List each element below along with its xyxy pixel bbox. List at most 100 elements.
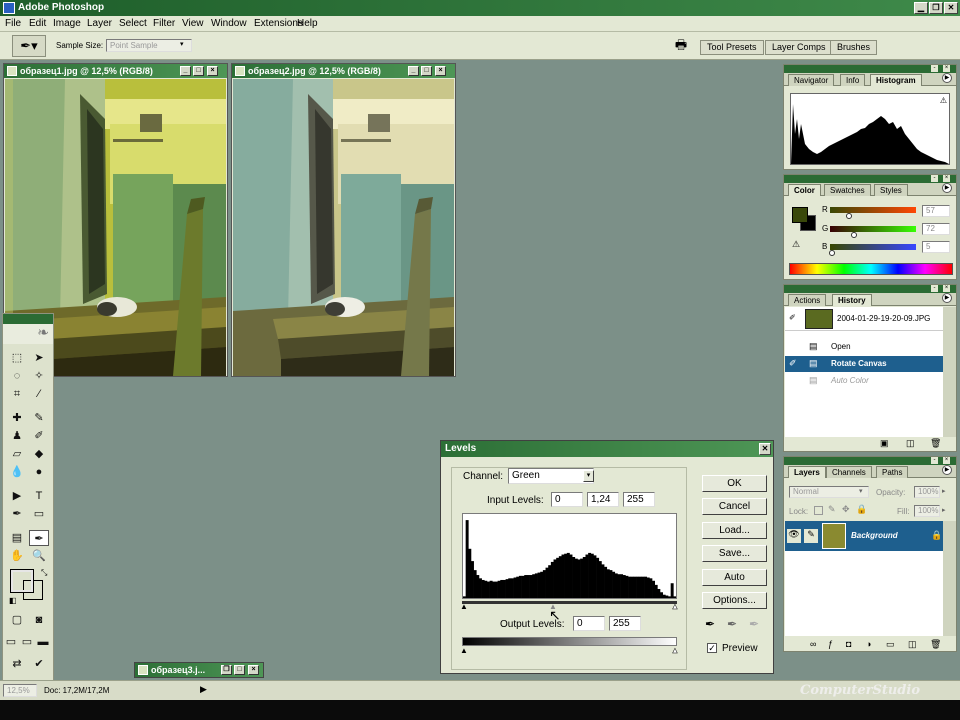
tab-actions[interactable]: Actions [788,294,827,306]
tab-navigator[interactable]: Navigator [788,74,835,86]
cancel-button[interactable]: Cancel [702,498,767,515]
eraser-tool-icon[interactable]: ▱ [7,446,27,462]
maximize-icon[interactable]: □ [234,665,245,675]
screen-mode-standard-icon[interactable]: ▭ [3,634,19,650]
layer-row-background[interactable]: 👁 ✎ Background 🔒 [785,521,943,551]
panel-menu-icon[interactable]: ▶ [942,465,952,475]
tab-layers[interactable]: Layers [788,466,826,478]
auto-button[interactable]: Auto [702,569,767,586]
input-gamma-field[interactable]: 1,24 [587,492,619,507]
green-slider-thumb[interactable] [851,232,858,238]
layer-mask-icon[interactable]: ◘ [846,639,851,649]
pen-tool-icon[interactable]: ✒ [7,506,27,522]
white-eyedropper-icon[interactable]: ✒ [749,617,759,631]
minimize-icon[interactable]: _ [408,66,419,76]
layers-scrollbar[interactable] [943,521,956,636]
blur-tool-icon[interactable]: 💧 [7,464,27,480]
paint-bucket-icon[interactable]: ◆ [29,446,49,462]
channel-select[interactable]: Green [508,468,594,484]
menu-extensions[interactable]: Extensions [254,18,303,29]
minimize-icon[interactable]: _ [180,66,191,76]
path-selection-icon[interactable]: ▶ [7,488,27,504]
close-icon[interactable]: × [435,66,446,76]
quick-mask-icon[interactable]: ◙ [29,612,49,628]
move-tool-icon[interactable]: ➤ [29,350,49,366]
menu-select[interactable]: Select [119,18,147,29]
well-tab-tool-presets[interactable]: Tool Presets [700,40,764,55]
chevron-down-icon[interactable]: ▾ [180,40,184,48]
menu-help[interactable]: Help [297,18,318,29]
panel-menu-icon[interactable]: ▶ [942,183,952,193]
type-tool-icon[interactable]: T [29,488,49,504]
screen-mode-menu-icon[interactable]: ▭ [19,634,35,650]
new-snapshot-icon[interactable]: ◫ [906,438,915,449]
close-icon[interactable]: × [943,65,950,72]
zoom-tool-icon[interactable]: 🔍 [29,548,49,564]
history-item-rotate-canvas[interactable]: ✐ ▤ Rotate Canvas [785,356,943,372]
chevron-down-icon[interactable]: ▾ [583,470,594,482]
lock-all-icon[interactable]: 🔒 [856,504,867,515]
status-menu-arrow-icon[interactable]: ▶ [200,684,207,695]
input-white-field[interactable]: 255 [623,492,655,507]
red-slider-thumb[interactable] [845,213,852,219]
menu-edit[interactable]: Edit [29,18,46,29]
new-document-from-state-icon[interactable]: ▣ [880,438,889,449]
minimize-icon[interactable]: - [931,65,938,72]
history-brush-source-icon[interactable]: ✐ [789,313,796,322]
minimize-icon[interactable]: - [931,457,938,464]
layer-style-icon[interactable]: ƒ [828,639,833,649]
foreground-color-swatch[interactable] [10,569,34,593]
lock-image-icon[interactable]: ✎ [828,504,836,515]
color-ramp[interactable] [789,263,953,275]
well-tab-brushes[interactable]: Brushes [830,40,878,55]
tab-history[interactable]: History [832,294,872,306]
menu-image[interactable]: Image [53,18,81,29]
load-button[interactable]: Load... [702,522,767,539]
fill-field[interactable]: 100% [914,505,940,517]
output-black-field[interactable]: 0 [573,616,605,631]
maximize-icon[interactable]: □ [193,66,204,76]
options-button[interactable]: Options... [702,592,767,609]
fill-slider-icon[interactable]: ▸ [942,506,946,514]
close-icon[interactable]: × [943,285,950,292]
notes-tool-icon[interactable]: ▤ [7,530,27,546]
input-levels-slider-track[interactable] [462,601,677,604]
tab-channels[interactable]: Channels [826,466,872,478]
history-snapshot[interactable]: ✐ 2004-01-29-19-20-09.JPG [785,307,943,331]
new-layer-icon[interactable]: ◫ [908,639,917,650]
minimize-icon[interactable]: ▁ [914,2,928,14]
input-black-slider-icon[interactable]: ▲ [460,602,468,611]
opacity-slider-icon[interactable]: ▸ [942,487,946,495]
screen-mode-full-icon[interactable]: ▬ [35,634,51,650]
minimize-icon[interactable]: - [931,175,938,182]
save-button[interactable]: Save... [702,545,767,562]
lock-position-icon[interactable]: ✥ [842,504,850,515]
link-layers-icon[interactable]: ∞ [810,639,816,649]
history-item-open[interactable]: ▤ Open [785,339,943,355]
menu-file[interactable]: File [5,18,21,29]
new-group-icon[interactable]: ▭ [886,639,895,650]
output-white-field[interactable]: 255 [609,616,641,631]
output-white-slider-icon[interactable]: ▲ [671,646,679,656]
blend-mode-select[interactable]: Normal [789,486,869,498]
dodge-tool-icon[interactable]: ● [29,464,49,480]
tab-histogram[interactable]: Histogram [870,74,922,86]
clone-stamp-icon[interactable]: ♟ [7,428,27,444]
close-icon[interactable]: × [207,66,218,76]
red-slider[interactable] [830,207,916,213]
edit-in-imageready-icon[interactable]: ✔ [29,656,49,672]
tab-color[interactable]: Color [788,184,821,196]
marquee-tool-icon[interactable]: ⬚ [7,350,27,366]
maximize-icon[interactable]: ❐ [929,2,943,14]
output-black-slider-icon[interactable]: ▲ [460,646,468,655]
document-window-2[interactable]: образец2.jpg @ 12,5% (RGB/8) _ □ × [231,63,456,377]
trash-icon[interactable]: 🗑 [930,639,941,650]
preview-checkbox[interactable]: ✓ [707,643,717,653]
red-value-field[interactable]: 57 [922,205,950,217]
close-icon[interactable]: × [943,175,950,182]
well-tab-layer-comps[interactable]: Layer Comps [765,40,833,55]
blue-slider[interactable] [830,244,916,250]
ok-button[interactable]: OK [702,475,767,492]
eyedropper-preset-icon[interactable]: ✒▾ [12,35,46,57]
file-browser-icon[interactable]: 🖶 [672,36,690,56]
